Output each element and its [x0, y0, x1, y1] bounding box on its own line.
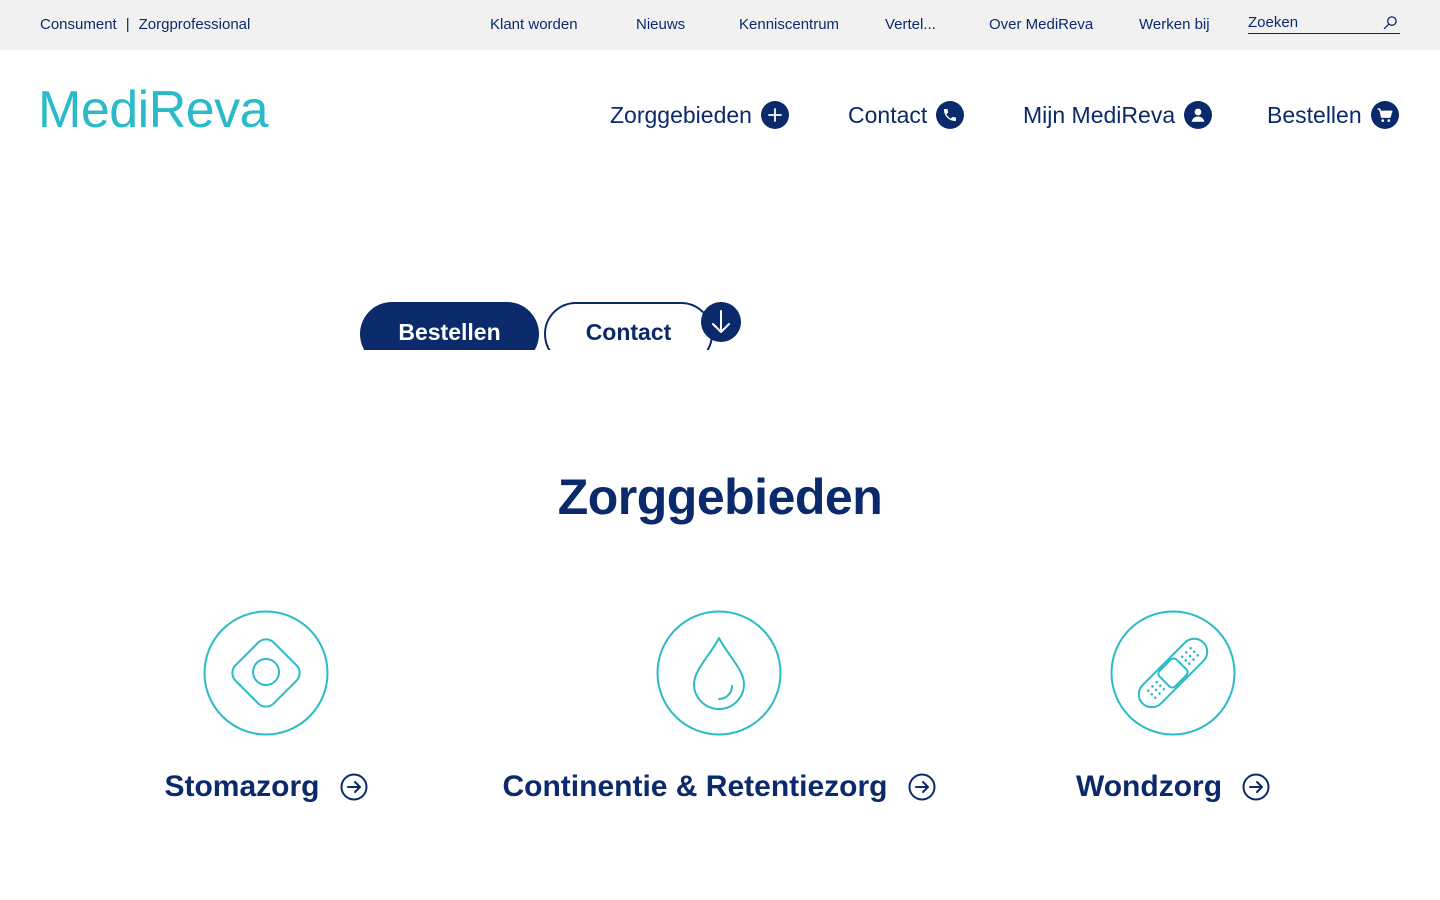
continentie-link[interactable]: Continentie & Retentiezorg: [489, 770, 949, 804]
kenniscentrum-link[interactable]: Kenniscentrum: [739, 16, 839, 33]
stoma-icon[interactable]: [203, 610, 329, 736]
search-icon[interactable]: [1383, 15, 1398, 30]
nav-bestellen-label: Bestellen: [1267, 101, 1362, 128]
wondzorg-link[interactable]: Wondzorg: [943, 770, 1403, 804]
nieuws-link[interactable]: Nieuws: [636, 16, 685, 33]
stomazorg-label: Stomazorg: [164, 770, 320, 803]
arrow-right-circle-icon: [340, 773, 367, 801]
user-icon: [1184, 101, 1213, 129]
nav-bestellen[interactable]: Bestellen: [1267, 99, 1399, 131]
medireva-logo[interactable]: MediReva: [38, 80, 269, 140]
drop-icon[interactable]: [656, 610, 782, 736]
arrow-right-circle-icon: [1242, 773, 1270, 801]
stomazorg-link[interactable]: Stomazorg: [36, 770, 496, 804]
search-input[interactable]: [1248, 12, 1374, 32]
contact-button[interactable]: Contact: [544, 302, 713, 350]
nav-zorggebieden-label: Zorggebieden: [610, 101, 752, 128]
audience-separator: |: [125, 16, 130, 33]
care-card-wondzorg: Wondzorg: [943, 610, 1403, 820]
nav-mijn-medireva[interactable]: Mijn MediReva: [1023, 99, 1213, 131]
search-box: [1248, 12, 1400, 34]
phone-icon: [936, 101, 965, 129]
utility-bar: Consument | Zorgprofessional Klant worde…: [0, 0, 1440, 50]
care-card-stomazorg: Stomazorg: [36, 610, 496, 820]
arrow-right-circle-icon: [908, 773, 935, 801]
continentie-label: Continentie & Retentiezorg: [502, 770, 888, 803]
plus-icon: [760, 101, 789, 129]
audience-switch: Consument | Zorgprofessional: [40, 16, 250, 33]
audience-consument-link[interactable]: Consument: [40, 16, 117, 33]
werken-bij-link[interactable]: Werken bij: [1139, 16, 1210, 33]
nav-mijn-medireva-label: Mijn MediReva: [1023, 101, 1176, 128]
bestellen-button[interactable]: Bestellen: [360, 302, 539, 350]
wondzorg-label: Wondzorg: [1075, 770, 1223, 803]
nav-contact-label: Contact: [848, 101, 928, 128]
hero-actions: Bestellen Contact: [360, 302, 750, 350]
nav-zorggebieden[interactable]: Zorggebieden: [610, 99, 789, 131]
nav-contact[interactable]: Contact: [848, 99, 965, 131]
arrow-down-icon: [712, 310, 730, 333]
bandage-icon[interactable]: [1110, 610, 1236, 736]
scroll-down-button[interactable]: [701, 302, 741, 342]
audience-zorgprofessional-link[interactable]: Zorgprofessional: [139, 16, 251, 33]
cart-icon: [1370, 101, 1399, 129]
care-card-continentie: Continentie & Retentiezorg: [489, 610, 949, 820]
klant-worden-link[interactable]: Klant worden: [490, 16, 578, 33]
over-medireva-link[interactable]: Over MediReva: [989, 16, 1093, 33]
section-title: Zorggebieden: [557, 469, 883, 525]
vertel-link[interactable]: Vertel...: [885, 16, 936, 33]
